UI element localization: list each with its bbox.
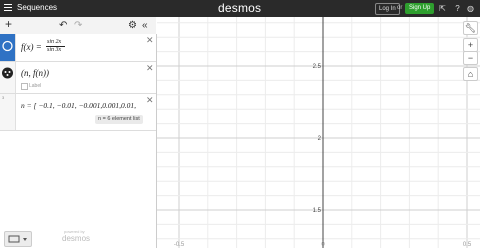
- x-tick-label: 0.5: [463, 242, 472, 248]
- desmos-logo: desmos: [218, 1, 262, 15]
- x-tick-label: -0.5: [174, 242, 185, 248]
- panel-footer: powered by desmos: [0, 228, 156, 248]
- keypad-toggle-button[interactable]: [4, 231, 32, 247]
- fraction-denominator: sin 3x: [47, 47, 62, 53]
- or-text: or: [397, 5, 403, 11]
- help-icon[interactable]: ?: [453, 4, 462, 13]
- expression-toolbar: + ↶ ↷ ⚙ «: [0, 17, 156, 35]
- expression-row-3[interactable]: 3 n = [ −0.1, −0.01, −0.001,0.001,0.01, …: [0, 94, 156, 131]
- keyboard-icon: [8, 235, 27, 243]
- list-info-badge: n = 6 element list: [95, 115, 143, 124]
- powered-by-logo: desmos: [62, 234, 91, 243]
- menu-icon[interactable]: [4, 4, 12, 11]
- zoom-in-button[interactable]: +: [463, 38, 478, 52]
- y-tick-label: 1.5: [313, 208, 322, 214]
- delete-expression-icon[interactable]: ✕: [146, 36, 154, 45]
- add-expression-button[interactable]: +: [5, 18, 12, 30]
- graph-title[interactable]: Sequences: [17, 3, 57, 12]
- zoom-out-button[interactable]: −: [463, 51, 478, 65]
- expression-gutter: [0, 34, 16, 61]
- expression-row-2[interactable]: (n, f(n)) Label ✕: [0, 62, 156, 94]
- expression-text: n = [ −0.1, −0.01, −0.001,0.001,0.01,: [21, 101, 137, 110]
- top-bar: Sequences desmos Log In or Sign Up ⇱ ? ◍: [0, 0, 480, 17]
- expression-number: 3: [2, 95, 5, 100]
- signup-button[interactable]: Sign Up: [405, 3, 435, 14]
- redo-icon[interactable]: ↷: [74, 20, 82, 31]
- fraction-numerator: sin 2x: [47, 39, 62, 45]
- expression-gutter: [0, 62, 16, 93]
- graph-line-icon: [2, 40, 13, 52]
- collapse-panel-button[interactable]: «: [142, 20, 148, 31]
- delete-expression-icon[interactable]: ✕: [146, 64, 154, 73]
- login-button[interactable]: Log In: [375, 3, 400, 15]
- gear-icon[interactable]: ⚙: [128, 20, 137, 31]
- label-checkbox-text: Label: [29, 83, 42, 89]
- undo-icon[interactable]: ↶: [59, 20, 67, 31]
- globe-icon[interactable]: ◍: [466, 4, 475, 13]
- expression-lhs: f(x) =: [21, 42, 42, 52]
- expression-text: (n, f(n)): [21, 68, 49, 78]
- x-tick-label: 0: [321, 242, 325, 248]
- expression-list: f(x) = sin 2x sin 3x ✕ (n, f(n)) Label ✕…: [0, 34, 157, 248]
- settings-wrench-icon[interactable]: 🔧︎: [463, 21, 478, 35]
- graph-grid: 2.5 2 1.5 -0.5 0 0.5: [157, 17, 480, 248]
- expression-row-1[interactable]: f(x) = sin 2x sin 3x ✕: [0, 34, 156, 62]
- home-icon[interactable]: ⌂: [463, 67, 478, 81]
- delete-expression-icon[interactable]: ✕: [146, 96, 154, 105]
- label-checkbox[interactable]: [21, 83, 28, 90]
- y-tick-label: 2: [318, 136, 322, 142]
- point-style-icon[interactable]: [0, 62, 15, 93]
- share-icon[interactable]: ⇱: [438, 4, 447, 13]
- y-tick-label: 2.5: [313, 64, 322, 70]
- graph-paper[interactable]: 2.5 2 1.5 -0.5 0 0.5: [157, 17, 480, 248]
